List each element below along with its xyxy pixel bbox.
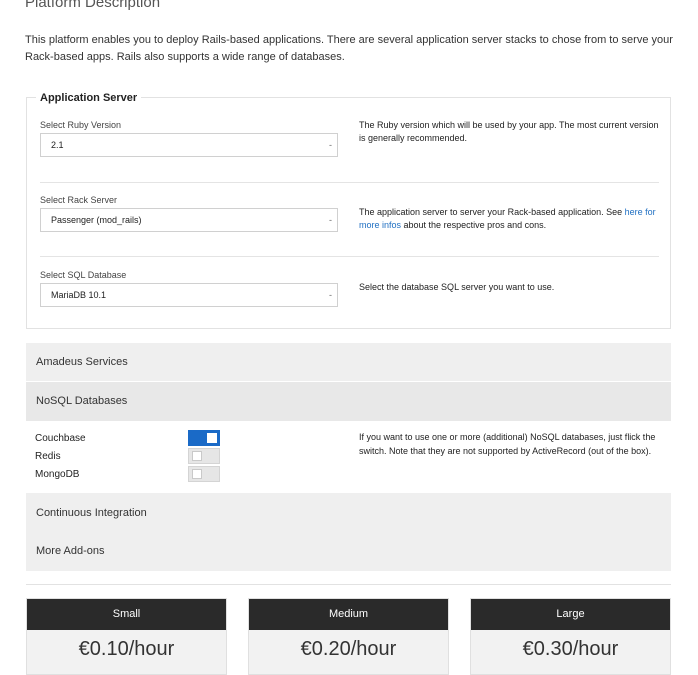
select-ruby-label: Select Ruby Version: [40, 120, 122, 130]
accordion-amadeus-services[interactable]: Amadeus Services: [26, 343, 671, 381]
page-title: Platform Description: [25, 0, 161, 11]
redis-toggle[interactable]: [188, 448, 220, 464]
accordion-continuous-integration[interactable]: Continuous Integration: [36, 507, 147, 519]
plan-card-medium[interactable]: Medium €0.20/hour: [248, 598, 449, 675]
chevron-down-icon: -: [329, 215, 332, 225]
ruby-version-select[interactable]: 2.1 -: [40, 133, 338, 157]
accordion-nosql-databases[interactable]: NoSQL Databases: [26, 382, 671, 421]
nosql-help: If you want to use one or more (addition…: [359, 432, 656, 456]
switch-row-redis: Redis: [35, 448, 220, 467]
accordion-more-add-ons[interactable]: More Add-ons: [36, 545, 104, 557]
plan-name: Small: [27, 599, 226, 630]
mongodb-toggle[interactable]: [188, 466, 220, 482]
chevron-down-icon: -: [329, 140, 332, 150]
divider: [26, 584, 671, 585]
plan-name: Medium: [249, 599, 448, 630]
mongodb-label: MongoDB: [35, 469, 80, 480]
application-server-panel: Application Server Select Ruby Version 2…: [26, 92, 671, 329]
toggle-knob: [192, 469, 202, 479]
plan-price: €0.10/hour: [78, 638, 175, 660]
intro-text: This platform enables you to deploy Rail…: [25, 34, 673, 63]
row-divider: [40, 182, 659, 183]
sql-database-value: MariaDB 10.1: [51, 290, 107, 300]
select-rack-label: Select Rack Server: [40, 195, 118, 205]
select-sql-label: Select SQL Database: [40, 270, 127, 280]
rack-server-help: The application server to server your Ra…: [359, 206, 659, 232]
sql-database-help: Select the database SQL server you want …: [359, 282, 555, 292]
nosql-section: Couchbase Redis MongoDB If you want to u…: [26, 421, 671, 493]
couchbase-toggle[interactable]: [188, 430, 220, 446]
plan-price: €0.30/hour: [522, 638, 619, 660]
rack-help-text-end: about the respective pros and cons.: [401, 220, 547, 230]
switch-row-mongodb: MongoDB: [35, 466, 220, 485]
plan-card-large[interactable]: Large €0.30/hour: [470, 598, 671, 675]
ruby-version-value: 2.1: [51, 140, 64, 150]
toggle-knob: [192, 451, 202, 461]
ruby-version-help: The Ruby version which will be used by y…: [359, 120, 659, 143]
chevron-down-icon: -: [329, 290, 332, 300]
switch-row-couchbase: Couchbase: [35, 430, 220, 449]
redis-label: Redis: [35, 451, 61, 462]
rack-help-text: The application server to server your Ra…: [359, 207, 625, 217]
bottom-accordion: Continuous Integration More Add-ons: [26, 493, 671, 571]
rack-server-value: Passenger (mod_rails): [51, 215, 142, 225]
plan-price: €0.20/hour: [300, 638, 397, 660]
toggle-knob: [207, 433, 217, 443]
plan-name: Large: [471, 599, 670, 630]
row-divider: [40, 256, 659, 257]
panel-legend: Application Server: [36, 92, 142, 104]
couchbase-label: Couchbase: [35, 433, 86, 444]
plan-card-small[interactable]: Small €0.10/hour: [26, 598, 227, 675]
rack-server-select[interactable]: Passenger (mod_rails) -: [40, 208, 338, 232]
sql-database-select[interactable]: MariaDB 10.1 -: [40, 283, 338, 307]
